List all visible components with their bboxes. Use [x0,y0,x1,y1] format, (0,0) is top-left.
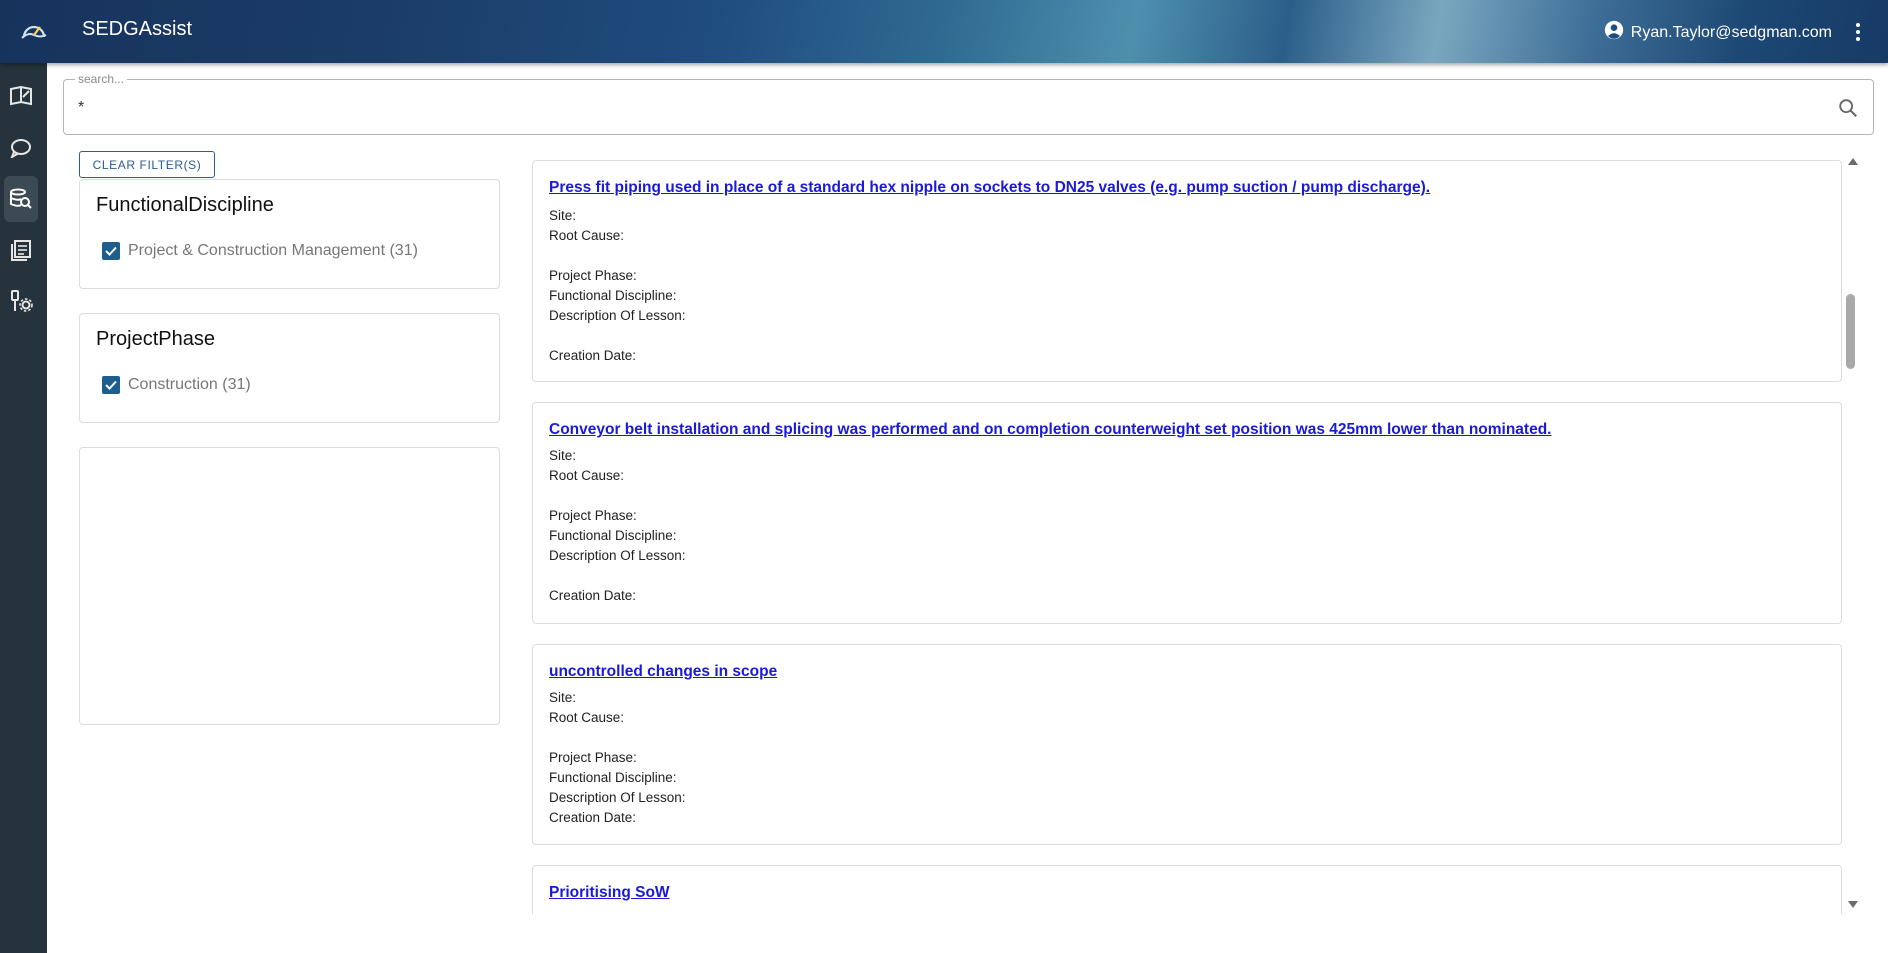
results-list[interactable]: Press fit piping used in place of a stan… [532,158,1842,914]
clear-filters-button[interactable]: CLEAR FILTER(S) [79,151,215,178]
facet-option[interactable]: Project & Construction Management (31) [102,242,418,260]
nav-documents-icon[interactable] [4,227,38,273]
scroll-down-arrow-icon[interactable] [1848,901,1858,908]
result-title-link[interactable]: Conveyor belt installation and splicing … [549,421,1551,439]
field-creation-date: Creation Date: [549,348,637,363]
facet-empty-panel [79,447,500,725]
scrollbar-thumb[interactable] [1846,294,1855,369]
user-email: Ryan.Taylor@sedgman.com [1630,23,1832,41]
user-menu[interactable]: Ryan.Taylor@sedgman.com [1603,19,1832,46]
result-card: uncontrolled changes in scope Site: Root… [532,644,1842,845]
field-root-cause: Root Cause: [549,710,625,725]
field-site: Site: [549,690,577,705]
search-field: search... [63,72,1874,135]
search-label: search... [75,72,128,86]
field-description: Description Of Lesson: [549,548,686,563]
scroll-up-arrow-icon[interactable] [1848,158,1858,165]
results-scrollbar[interactable] [1844,155,1860,915]
facet-option-label: Construction (31) [128,376,251,393]
field-functional-discipline: Functional Discipline: [549,770,677,785]
checkbox-checked-icon[interactable] [102,242,120,260]
facet-title: FunctionalDiscipline [96,194,274,216]
more-vert-icon[interactable] [1854,20,1862,44]
field-site: Site: [549,448,577,463]
account-circle-icon [1603,19,1625,46]
nav-rail [0,63,47,953]
nav-tools-settings-icon[interactable] [4,278,38,324]
facet-functional-discipline: FunctionalDiscipline Project & Construct… [79,179,500,289]
result-card: Conveyor belt installation and splicing … [532,402,1842,624]
app-logo-icon[interactable] [20,18,48,44]
field-functional-discipline: Functional Discipline: [549,528,677,543]
result-title-link[interactable]: Press fit piping used in place of a stan… [549,179,1430,197]
search-icon[interactable] [1837,97,1859,119]
search-input[interactable] [78,96,1818,120]
field-project-phase: Project Phase: [549,750,637,765]
field-project-phase: Project Phase: [549,508,637,523]
field-site: Site: [549,208,577,223]
result-card: Press fit piping used in place of a stan… [532,160,1842,382]
result-card: Prioritising SoW [532,865,1842,914]
app-title: SEDGAssist [82,18,193,40]
nav-search-database-icon[interactable] [4,176,38,222]
field-functional-discipline: Functional Discipline: [549,288,677,303]
facet-option-label: Project & Construction Management (31) [128,242,418,259]
field-project-phase: Project Phase: [549,268,637,283]
result-title-link[interactable]: uncontrolled changes in scope [549,663,777,681]
field-creation-date: Creation Date: [549,588,637,603]
facet-option[interactable]: Construction (31) [102,376,251,394]
field-creation-date: Creation Date: [549,810,637,825]
facet-project-phase: ProjectPhase Construction (31) [79,313,500,423]
nav-knowledge-icon[interactable] [4,73,38,119]
field-description: Description Of Lesson: [549,308,686,323]
checkbox-checked-icon[interactable] [102,376,120,394]
field-root-cause: Root Cause: [549,228,625,243]
result-title-link[interactable]: Prioritising SoW [549,884,670,902]
facet-title: ProjectPhase [96,328,215,350]
app-bar: SEDGAssist Ryan.Taylor@sedgman.com [0,0,1888,63]
nav-chat-icon[interactable] [4,125,38,171]
field-description: Description Of Lesson: [549,790,686,805]
field-root-cause: Root Cause: [549,468,625,483]
